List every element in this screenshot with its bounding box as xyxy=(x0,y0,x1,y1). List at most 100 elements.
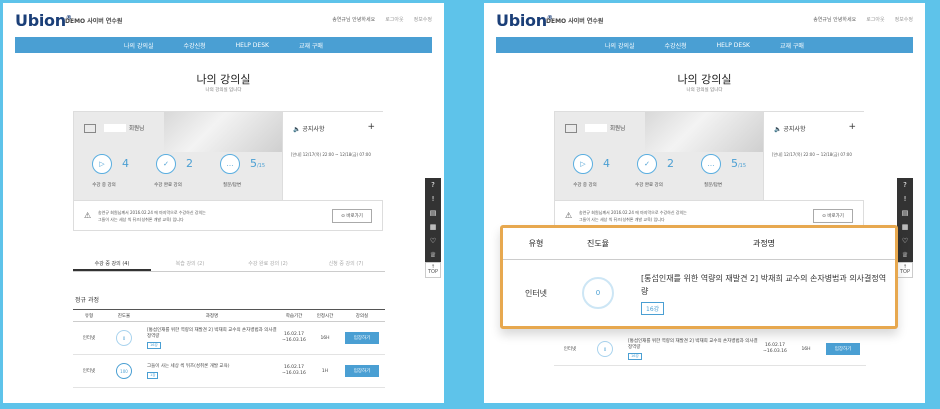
site-name: DEMO 사이버 연수원 xyxy=(65,18,123,25)
stat-label: 수강 중 강의 xyxy=(573,183,597,188)
notice-item[interactable]: [안내] 12/17(목) 22:00 ~ 12/18(금) 07:00 xyxy=(772,152,862,158)
notice-more-button[interactable]: + xyxy=(848,122,856,132)
logout-link[interactable]: 로그아웃 xyxy=(385,16,403,23)
member-name-redacted xyxy=(104,124,126,132)
main-nav: 나의 강의실 수강신청 HELP DESK 교재 구매 xyxy=(15,37,432,53)
notice-icon[interactable]: ! xyxy=(897,192,913,206)
edit-profile-link[interactable]: 정보수정 xyxy=(895,16,913,23)
stat-value: 2 xyxy=(667,157,674,170)
last-course-text: 송연규 회원님께서 2016.02.24 에 마지막으로 수강하신 강의는 그들… xyxy=(579,210,687,222)
go-now-button[interactable]: ⊙ 바로가기 xyxy=(332,209,372,223)
stat-label: 수강 완료 강의 xyxy=(154,183,182,188)
stat-value: 4 xyxy=(122,157,129,170)
stat-label: 질문/답변 xyxy=(222,183,242,188)
course-title[interactable]: [통섭인재를 위한 역량의 재발견 2] 박재희 교수의 손자병법과 의사결정역… xyxy=(628,339,758,351)
course-title[interactable]: [통섭인재를 위한 역량의 재발견 2] 박재희 교수의 손자병법과 의사결정역… xyxy=(147,328,277,340)
study-period: 16.02.17 ~16.03.16 xyxy=(763,343,787,354)
table-header: 유형 진도율 과정명 학습기간 인정시간 강의실 xyxy=(73,309,385,322)
stat-qna[interactable]: … 5/15 질문/답변 xyxy=(220,154,265,188)
warning-icon: ⚠ xyxy=(565,211,573,220)
main-nav: 나의 강의실 수강신청 HELP DESK 교재 구매 xyxy=(496,37,913,53)
enter-classroom-button[interactable]: 입장하기 xyxy=(345,332,379,344)
credit-hours: 16H xyxy=(801,346,811,352)
nav-textbook[interactable]: 교재 구매 xyxy=(780,41,804,50)
course-title[interactable]: 그들이 사는 세상 씩 뒤즈(성취론 개발 교육) xyxy=(147,364,277,370)
course-table: 유형 진도율 과정명 학습기간 인정시간 강의실 인터넷 0 [통섭인재를 위한… xyxy=(73,309,385,388)
award-icon[interactable]: ♕ xyxy=(897,248,913,262)
scroll-top-button[interactable]: ↑ TOP xyxy=(425,262,441,278)
notice-panel: 🔈 공지사항 + [안내] 12/17(목) 22:00 ~ 12/18(금) … xyxy=(282,112,383,200)
heart-icon[interactable]: ♡ xyxy=(897,234,913,248)
progress-circle: 100 xyxy=(116,363,132,379)
nav-my-classroom[interactable]: 나의 강의실 xyxy=(124,41,154,50)
dashboard: 회원님 ▷ 4 수강 중 강의 ✓ 2 수강 완료 강의 … 5/15 질문/답… xyxy=(73,111,383,231)
top-bar: Ubion® DEMO 사이버 연수원 송연규님 안녕하세요 로그아웃 정보수정 xyxy=(3,3,444,37)
chat-icon[interactable]: ▤ xyxy=(425,206,441,220)
course-tabs: 수강 중 강의 (4) 복습 강의 (2) 수강 완료 강의 (2) 신청 중 … xyxy=(73,256,385,272)
member-label: 회원님 xyxy=(129,126,145,132)
stat-label: 수강 중 강의 xyxy=(92,183,116,188)
notice-more-button[interactable]: + xyxy=(367,122,375,132)
page-title: 나의 강의실 xyxy=(196,73,251,86)
notice-title: 🔈 공지사항 xyxy=(774,126,806,133)
table-row: 인터넷 0 [통섭인재를 위한 역량의 재발견 2] 박재희 교수의 손자병법과… xyxy=(73,322,385,355)
nav-help-desk[interactable]: HELP DESK xyxy=(717,42,750,49)
lesson-count-badge: 1강 xyxy=(147,371,159,379)
chat-icon[interactable]: ▤ xyxy=(897,206,913,220)
enter-classroom-button[interactable]: 입장하기 xyxy=(826,343,860,355)
heart-icon[interactable]: ♡ xyxy=(425,234,441,248)
stat-label: 수강 완료 강의 xyxy=(635,183,663,188)
zoom-table-row: 인터넷 0 [통섭인재를 위한 역량의 재발견 2] 박재희 교수의 손자병법과… xyxy=(503,260,895,326)
enter-classroom-button[interactable]: 입장하기 xyxy=(345,365,379,377)
notice-panel: 🔈 공지사항 + [안내] 12/17(목) 22:00 ~ 12/18(금) … xyxy=(763,112,864,200)
progress-circle: 0 xyxy=(582,277,614,309)
stat-in-progress[interactable]: ▷ 4 수강 중 강의 xyxy=(92,154,129,188)
lesson-count-badge: 16강 xyxy=(147,341,161,349)
notice-icon[interactable]: ! xyxy=(425,192,441,206)
top-bar: Ubion® DEMO 사이버 연수원 송연규님 안녕하세요 로그아웃 정보수정 xyxy=(484,3,925,37)
tab-applied[interactable]: 신청 중 강의 (7) xyxy=(307,256,385,271)
tab-review[interactable]: 복습 강의 (2) xyxy=(151,256,229,271)
nav-help-desk[interactable]: HELP DESK xyxy=(236,42,269,49)
last-course-text: 송연규 회원님께서 2016.02.24 에 마지막으로 수강하신 강의는 그들… xyxy=(98,210,206,222)
nav-my-classroom[interactable]: 나의 강의실 xyxy=(605,41,635,50)
table-row: 인터넷 100 그들이 사는 세상 씩 뒤즈(성취론 개발 교육) 1강 16.… xyxy=(73,355,385,388)
study-period: 16.02.17 ~16.03.16 xyxy=(282,332,306,343)
logo[interactable]: Ubion® xyxy=(496,11,553,30)
stat-completed[interactable]: ✓ 2 수강 완료 강의 xyxy=(154,154,193,188)
nav-enroll[interactable]: 수강신청 xyxy=(184,41,206,50)
stat-value: 5/15 xyxy=(731,157,747,170)
member-label: 회원님 xyxy=(610,126,626,132)
stat-qna[interactable]: … 5/15 질문/답변 xyxy=(701,154,746,188)
tab-completed[interactable]: 수강 완료 강의 (2) xyxy=(229,256,307,271)
stat-completed[interactable]: ✓ 2 수강 완료 강의 xyxy=(635,154,674,188)
calendar-icon[interactable]: ▦ xyxy=(897,220,913,234)
play-icon: ▷ xyxy=(92,154,112,174)
study-period: 16.02.17 ~16.03.16 xyxy=(282,365,306,376)
site-name: DEMO 사이버 연수원 xyxy=(546,18,604,25)
calendar-icon[interactable]: ▦ xyxy=(425,220,441,234)
dashboard-photo xyxy=(645,112,763,152)
greeting: 송연규님 안녕하세요 xyxy=(813,17,857,23)
notice-item[interactable]: [안내] 12/17(목) 22:00 ~ 12/18(금) 07:00 xyxy=(291,152,381,158)
last-course-banner: ⚠ 송연규 회원님께서 2016.02.24 에 마지막으로 수강하신 강의는 … xyxy=(74,200,382,230)
help-icon[interactable]: ? xyxy=(897,178,913,192)
credit-hours: 16H xyxy=(320,335,330,341)
page-subtitle: 나의 강의실 입니다 xyxy=(686,88,723,93)
award-icon[interactable]: ♕ xyxy=(425,248,441,262)
go-now-button[interactable]: ⊙ 바로가기 xyxy=(813,209,853,223)
nav-enroll[interactable]: 수강신청 xyxy=(665,41,687,50)
edit-profile-link[interactable]: 정보수정 xyxy=(414,16,432,23)
logo[interactable]: Ubion® xyxy=(15,11,72,30)
warning-icon: ⚠ xyxy=(84,211,92,220)
course-title[interactable]: [통섭인재를 위한 역량의 재발견 2] 박재희 교수의 손자병법과 의사결정역… xyxy=(641,272,887,298)
nav-textbook[interactable]: 교재 구매 xyxy=(299,41,323,50)
help-icon[interactable]: ? xyxy=(425,178,441,192)
stat-in-progress[interactable]: ▷ 4 수강 중 강의 xyxy=(573,154,610,188)
notice-title: 🔈 공지사항 xyxy=(293,126,325,133)
tab-in-progress[interactable]: 수강 중 강의 (4) xyxy=(73,256,151,271)
logout-link[interactable]: 로그아웃 xyxy=(866,16,884,23)
scroll-top-button[interactable]: ↑ TOP xyxy=(897,262,913,278)
chat-icon: … xyxy=(220,154,240,174)
course-table: 인터넷 0 [통섭인재를 위한 역량의 재발견 2] 박재희 교수의 손자병법과… xyxy=(554,333,866,366)
